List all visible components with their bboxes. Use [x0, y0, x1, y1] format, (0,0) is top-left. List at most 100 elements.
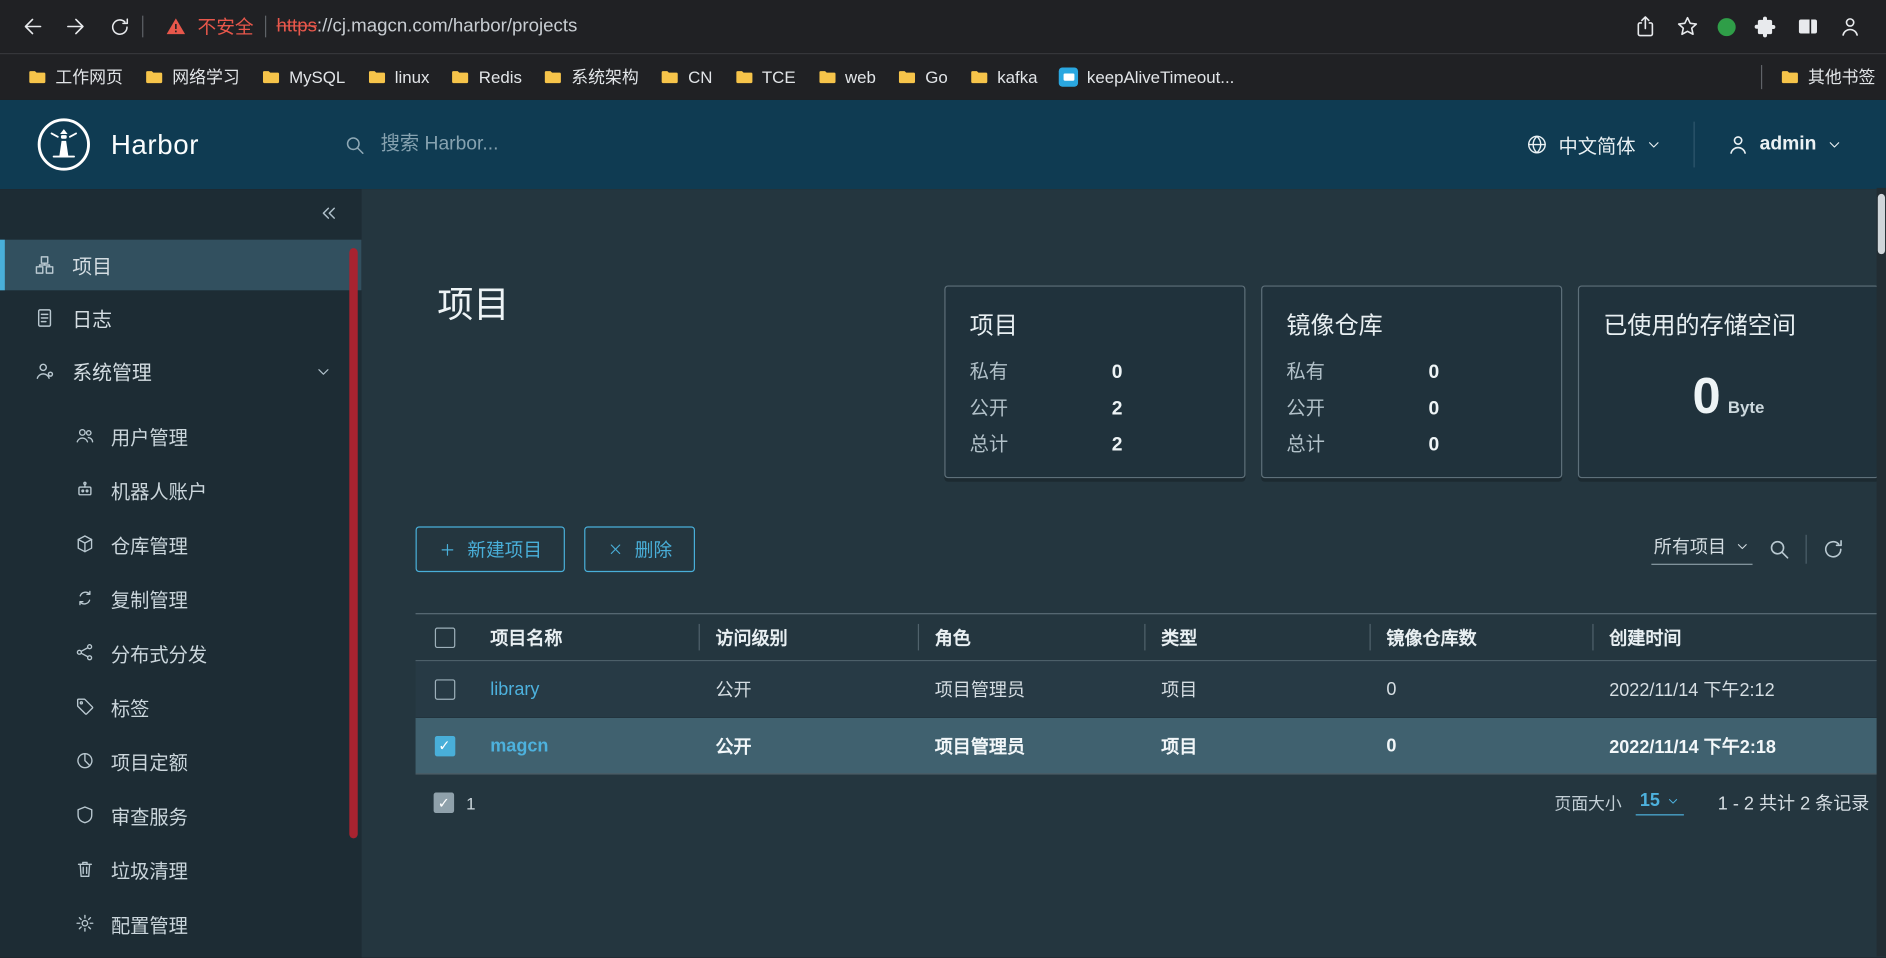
sidebar-item-users[interactable]: 用户管理 [0, 408, 361, 462]
table-row[interactable]: magcn 公开 项目管理员 项目 0 2022/11/14 下午2:18 [415, 716, 1880, 774]
sidebar-item-label: 分布式分发 [110, 645, 208, 666]
footer-selected-checkbox[interactable] [433, 792, 455, 814]
page-size-select[interactable]: 15 [1636, 790, 1685, 816]
sidebar-item-registries[interactable]: 仓库管理 [0, 517, 361, 571]
bookmark-item[interactable]: 网络学习 [134, 61, 251, 92]
plus-icon [441, 543, 454, 556]
stat-row: 总计 2 [970, 428, 1221, 464]
column-header[interactable]: 类型 [1144, 614, 1369, 660]
stat-row: 公开 0 [1286, 391, 1537, 427]
folder-icon [452, 71, 469, 84]
stat-label: 公开 [969, 398, 1009, 420]
sidebar-item-administration[interactable]: 系统管理 [0, 346, 361, 397]
role-cell: 项目管理员 [934, 679, 1026, 701]
bookmark-item[interactable]: linux [356, 64, 440, 90]
sidebar-item-garbage-collection[interactable]: 垃圾清理 [0, 842, 361, 896]
window-scrollbar-thumb[interactable] [1877, 193, 1886, 255]
sidebar-item-label: 日志 [72, 309, 113, 332]
profile-button[interactable] [1838, 14, 1862, 38]
sidebar-item-projects[interactable]: 项目 [0, 239, 362, 291]
bookmark-other-folder[interactable]: 其他书签 [1769, 61, 1886, 92]
column-header[interactable]: 角色 [917, 614, 1144, 660]
new-project-button[interactable]: 新建项目 [415, 526, 565, 573]
administration-icon [34, 360, 56, 382]
refresh-icon [1824, 540, 1842, 558]
chevron-down-icon [1829, 142, 1840, 148]
side-panel-button[interactable] [1796, 14, 1820, 38]
bookmark-item[interactable]: Redis [440, 64, 533, 90]
role-cell: 项目管理员 [934, 736, 1026, 758]
bookmark-item[interactable]: web [806, 64, 886, 90]
created-cell: 2022/11/14 下午2:18 [1609, 736, 1776, 758]
bookmark-item[interactable]: TCE [723, 64, 806, 90]
sidebar-item-robot-accounts[interactable]: 机器人账户 [0, 463, 361, 517]
refresh-icon [111, 17, 128, 35]
share-button[interactable] [1633, 14, 1657, 38]
trash-icon [75, 859, 95, 879]
security-label[interactable]: 不安全 [198, 13, 254, 39]
column-header[interactable]: 项目名称 [473, 614, 698, 660]
window-scrollbar[interactable] [1876, 187, 1886, 957]
bookmark-item[interactable]: MySQL [251, 64, 357, 90]
sidebar-item-distribution[interactable]: 分布式分发 [0, 625, 361, 679]
stat-value: 0 [1428, 434, 1440, 456]
sidebar-item-labels[interactable]: 标签 [0, 679, 361, 733]
delete-button[interactable]: 删除 [584, 526, 696, 573]
quota-icon [75, 750, 95, 770]
selected-count: 1 [466, 793, 476, 813]
sidebar-item-project-quotas[interactable]: 项目定额 [0, 734, 361, 788]
globe-icon [1527, 135, 1546, 154]
stat-row: 私有 0 [1286, 355, 1537, 391]
registry-icon [75, 534, 95, 554]
sidebar-item-replications[interactable]: 复制管理 [0, 571, 361, 625]
folder-icon [662, 71, 679, 84]
project-link[interactable]: magcn [490, 735, 548, 755]
gear-icon [75, 913, 95, 933]
global-search-input[interactable] [378, 132, 745, 157]
bookmark-item[interactable]: CN [650, 64, 724, 90]
language-selector[interactable]: 中文简体 [1525, 130, 1662, 159]
project-filter-dropdown[interactable]: 所有项目 [1651, 534, 1753, 565]
sidebar-item-interrogation-services[interactable]: 审查服务 [0, 788, 361, 842]
bookmark-item[interactable]: 工作网页 [17, 61, 134, 92]
project-link[interactable]: library [490, 679, 539, 699]
storage-value: 0 [1692, 367, 1721, 424]
sidebar-scrollbar-thumb[interactable] [349, 248, 358, 839]
distribution-icon [75, 642, 95, 662]
url-text[interactable]: https://cj.magcn.com/harbor/projects [276, 16, 577, 38]
extension-badge-icon[interactable] [1717, 17, 1736, 36]
forward-button[interactable] [55, 6, 96, 47]
bookmark-item[interactable]: keepAliveTimeout... [1048, 64, 1245, 90]
extensions-button[interactable] [1754, 14, 1778, 38]
back-button[interactable] [12, 6, 53, 47]
sidebar-collapse-button[interactable] [318, 202, 340, 224]
chevron-down-icon [1648, 142, 1659, 148]
column-header[interactable]: 镜像仓库数 [1369, 614, 1593, 660]
row-checkbox[interactable] [434, 735, 455, 756]
address-bar[interactable]: 不安全 https://cj.magcn.com/harbor/projects [165, 13, 577, 39]
refresh-button[interactable] [99, 6, 140, 47]
type-cell: 项目 [1161, 679, 1198, 701]
harbor-logo[interactable]: Harbor [36, 117, 343, 172]
sidebar-item-configuration[interactable]: 配置管理 [0, 896, 361, 950]
bookmark-item[interactable]: Go [887, 64, 959, 90]
sidebar-item-label: 复制管理 [110, 590, 188, 612]
bookmark-item[interactable]: kafka [959, 64, 1049, 90]
row-checkbox[interactable] [434, 678, 455, 700]
bookmark-label: CN [688, 67, 713, 87]
bookmark-item[interactable]: 系统架构 [533, 61, 650, 92]
table-refresh-button[interactable] [1821, 537, 1845, 561]
bookmark-star-button[interactable] [1675, 14, 1699, 38]
select-all-checkbox[interactable] [434, 626, 455, 648]
column-header[interactable]: 创建时间 [1592, 614, 1879, 660]
site-favicon [1059, 67, 1079, 87]
stat-label: 总计 [1286, 434, 1325, 456]
sidebar-item-logs[interactable]: 日志 [0, 293, 361, 344]
column-header[interactable]: 访问级别 [698, 614, 918, 660]
bookmark-label: 系统架构 [571, 67, 639, 87]
summary-cards: 项目 私有 0 公开 2 总计 2 镜像仓库 私有 0 公开 0 总计 0 已使用的 [944, 285, 1880, 479]
table-row[interactable]: library 公开 项目管理员 项目 0 2022/11/14 下午2:12 [415, 661, 1880, 717]
user-menu[interactable]: admin [1726, 132, 1886, 156]
table-search-button[interactable] [1767, 537, 1791, 561]
x-icon [610, 544, 621, 555]
